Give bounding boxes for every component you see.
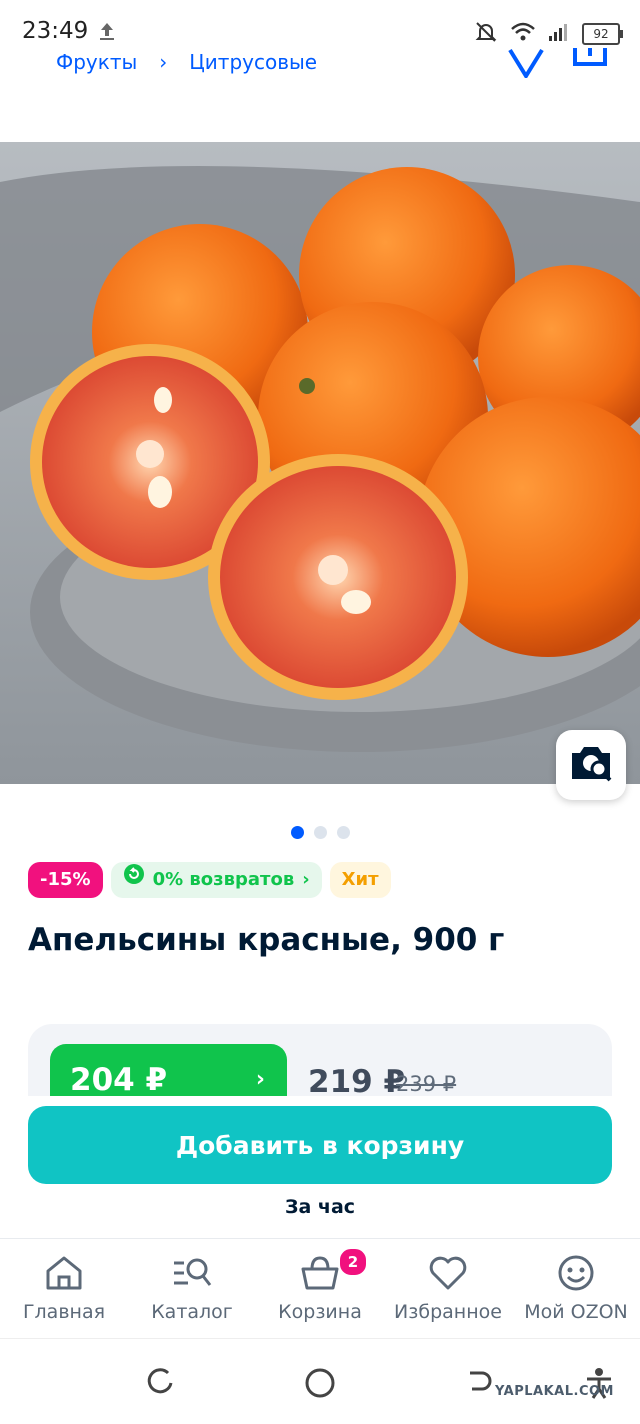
top-navigation: Фрукты › Цитрусовые <box>0 48 640 142</box>
home-circle-icon[interactable] <box>304 1367 336 1403</box>
product-badges: -15% 0% возвратов › Хит <box>28 862 391 898</box>
price-card: 204 ₽ › 219 ₽ 239 ₽ <box>28 1024 612 1096</box>
breadcrumb-item-citrus[interactable]: Цитрусовые <box>189 50 317 74</box>
upload-icon <box>96 20 118 46</box>
oranges-illustration <box>0 142 640 784</box>
basket-icon <box>300 1255 340 1295</box>
system-navigation-bar <box>0 1338 640 1424</box>
signal-icon <box>548 22 570 46</box>
camera-search-icon <box>568 743 614 787</box>
gallery-dot[interactable] <box>336 826 350 839</box>
tab-my-ozon-label: Мой OZON <box>524 1301 628 1323</box>
tab-cart-label: Корзина <box>278 1301 362 1323</box>
mute-bell-icon <box>474 20 498 48</box>
gallery-dot[interactable] <box>290 826 304 839</box>
chevron-right-icon: › <box>159 50 168 74</box>
back-icon[interactable] <box>464 1367 496 1403</box>
breadcrumb-item-fruits[interactable]: Фрукты <box>56 50 137 74</box>
status-icons: 92 <box>474 20 623 48</box>
watermark: YAPLAKAL.COM <box>495 1384 614 1399</box>
tab-cart[interactable]: 2 Корзина <box>256 1239 384 1339</box>
battery-indicator: 92 <box>582 23 623 45</box>
product-image[interactable] <box>0 142 640 784</box>
return-arrow-icon <box>123 862 145 898</box>
tab-home[interactable]: Главная <box>0 1239 128 1339</box>
gallery-dot[interactable] <box>313 826 327 839</box>
smiley-icon <box>556 1255 596 1295</box>
returns-label: 0% возвратов <box>152 869 295 890</box>
returns-badge[interactable]: 0% возвратов › <box>110 862 322 898</box>
cart-count-badge: 2 <box>338 1247 368 1277</box>
wifi-icon <box>510 21 536 47</box>
hit-badge: Хит <box>329 862 391 898</box>
share-icon[interactable] <box>572 48 608 82</box>
home-icon <box>44 1255 84 1295</box>
breadcrumb: Фрукты › Цитрусовые <box>56 50 317 74</box>
gallery-pagination <box>0 826 640 839</box>
tab-catalog-label: Каталог <box>151 1301 233 1323</box>
heart-icon <box>428 1255 468 1295</box>
favorite-heart-icon[interactable] <box>506 48 546 82</box>
tab-favorites[interactable]: Избранное <box>384 1239 512 1339</box>
chevron-right-icon: › <box>255 1067 265 1092</box>
old-price: 239 ₽ <box>396 1072 457 1096</box>
catalog-search-icon <box>172 1255 212 1295</box>
chevron-right-icon: › <box>302 869 310 890</box>
recent-apps-icon[interactable] <box>144 1367 176 1403</box>
tab-home-label: Главная <box>22 1301 106 1323</box>
image-search-button[interactable] <box>556 730 626 800</box>
tab-favorites-label: Избранное <box>394 1301 502 1323</box>
tab-catalog[interactable]: Каталог <box>128 1239 256 1339</box>
ozon-card-price-value: 204 ₽ <box>70 1062 168 1096</box>
bottom-tab-bar: Главная Каталог 2 Корзина Избранное Мой … <box>0 1238 640 1339</box>
ozon-card-price[interactable]: 204 ₽ › <box>50 1044 287 1096</box>
product-title: Апельсины красные, 900 г <box>28 922 505 958</box>
regular-price: 219 ₽ <box>308 1064 406 1096</box>
delivery-time: За час <box>284 1196 356 1218</box>
tab-my-ozon[interactable]: Мой OZON <box>512 1239 640 1339</box>
status-time: 23:49 <box>22 18 89 44</box>
discount-badge: -15% <box>28 862 103 898</box>
add-to-cart-button[interactable]: Добавить в корзину <box>28 1106 612 1184</box>
